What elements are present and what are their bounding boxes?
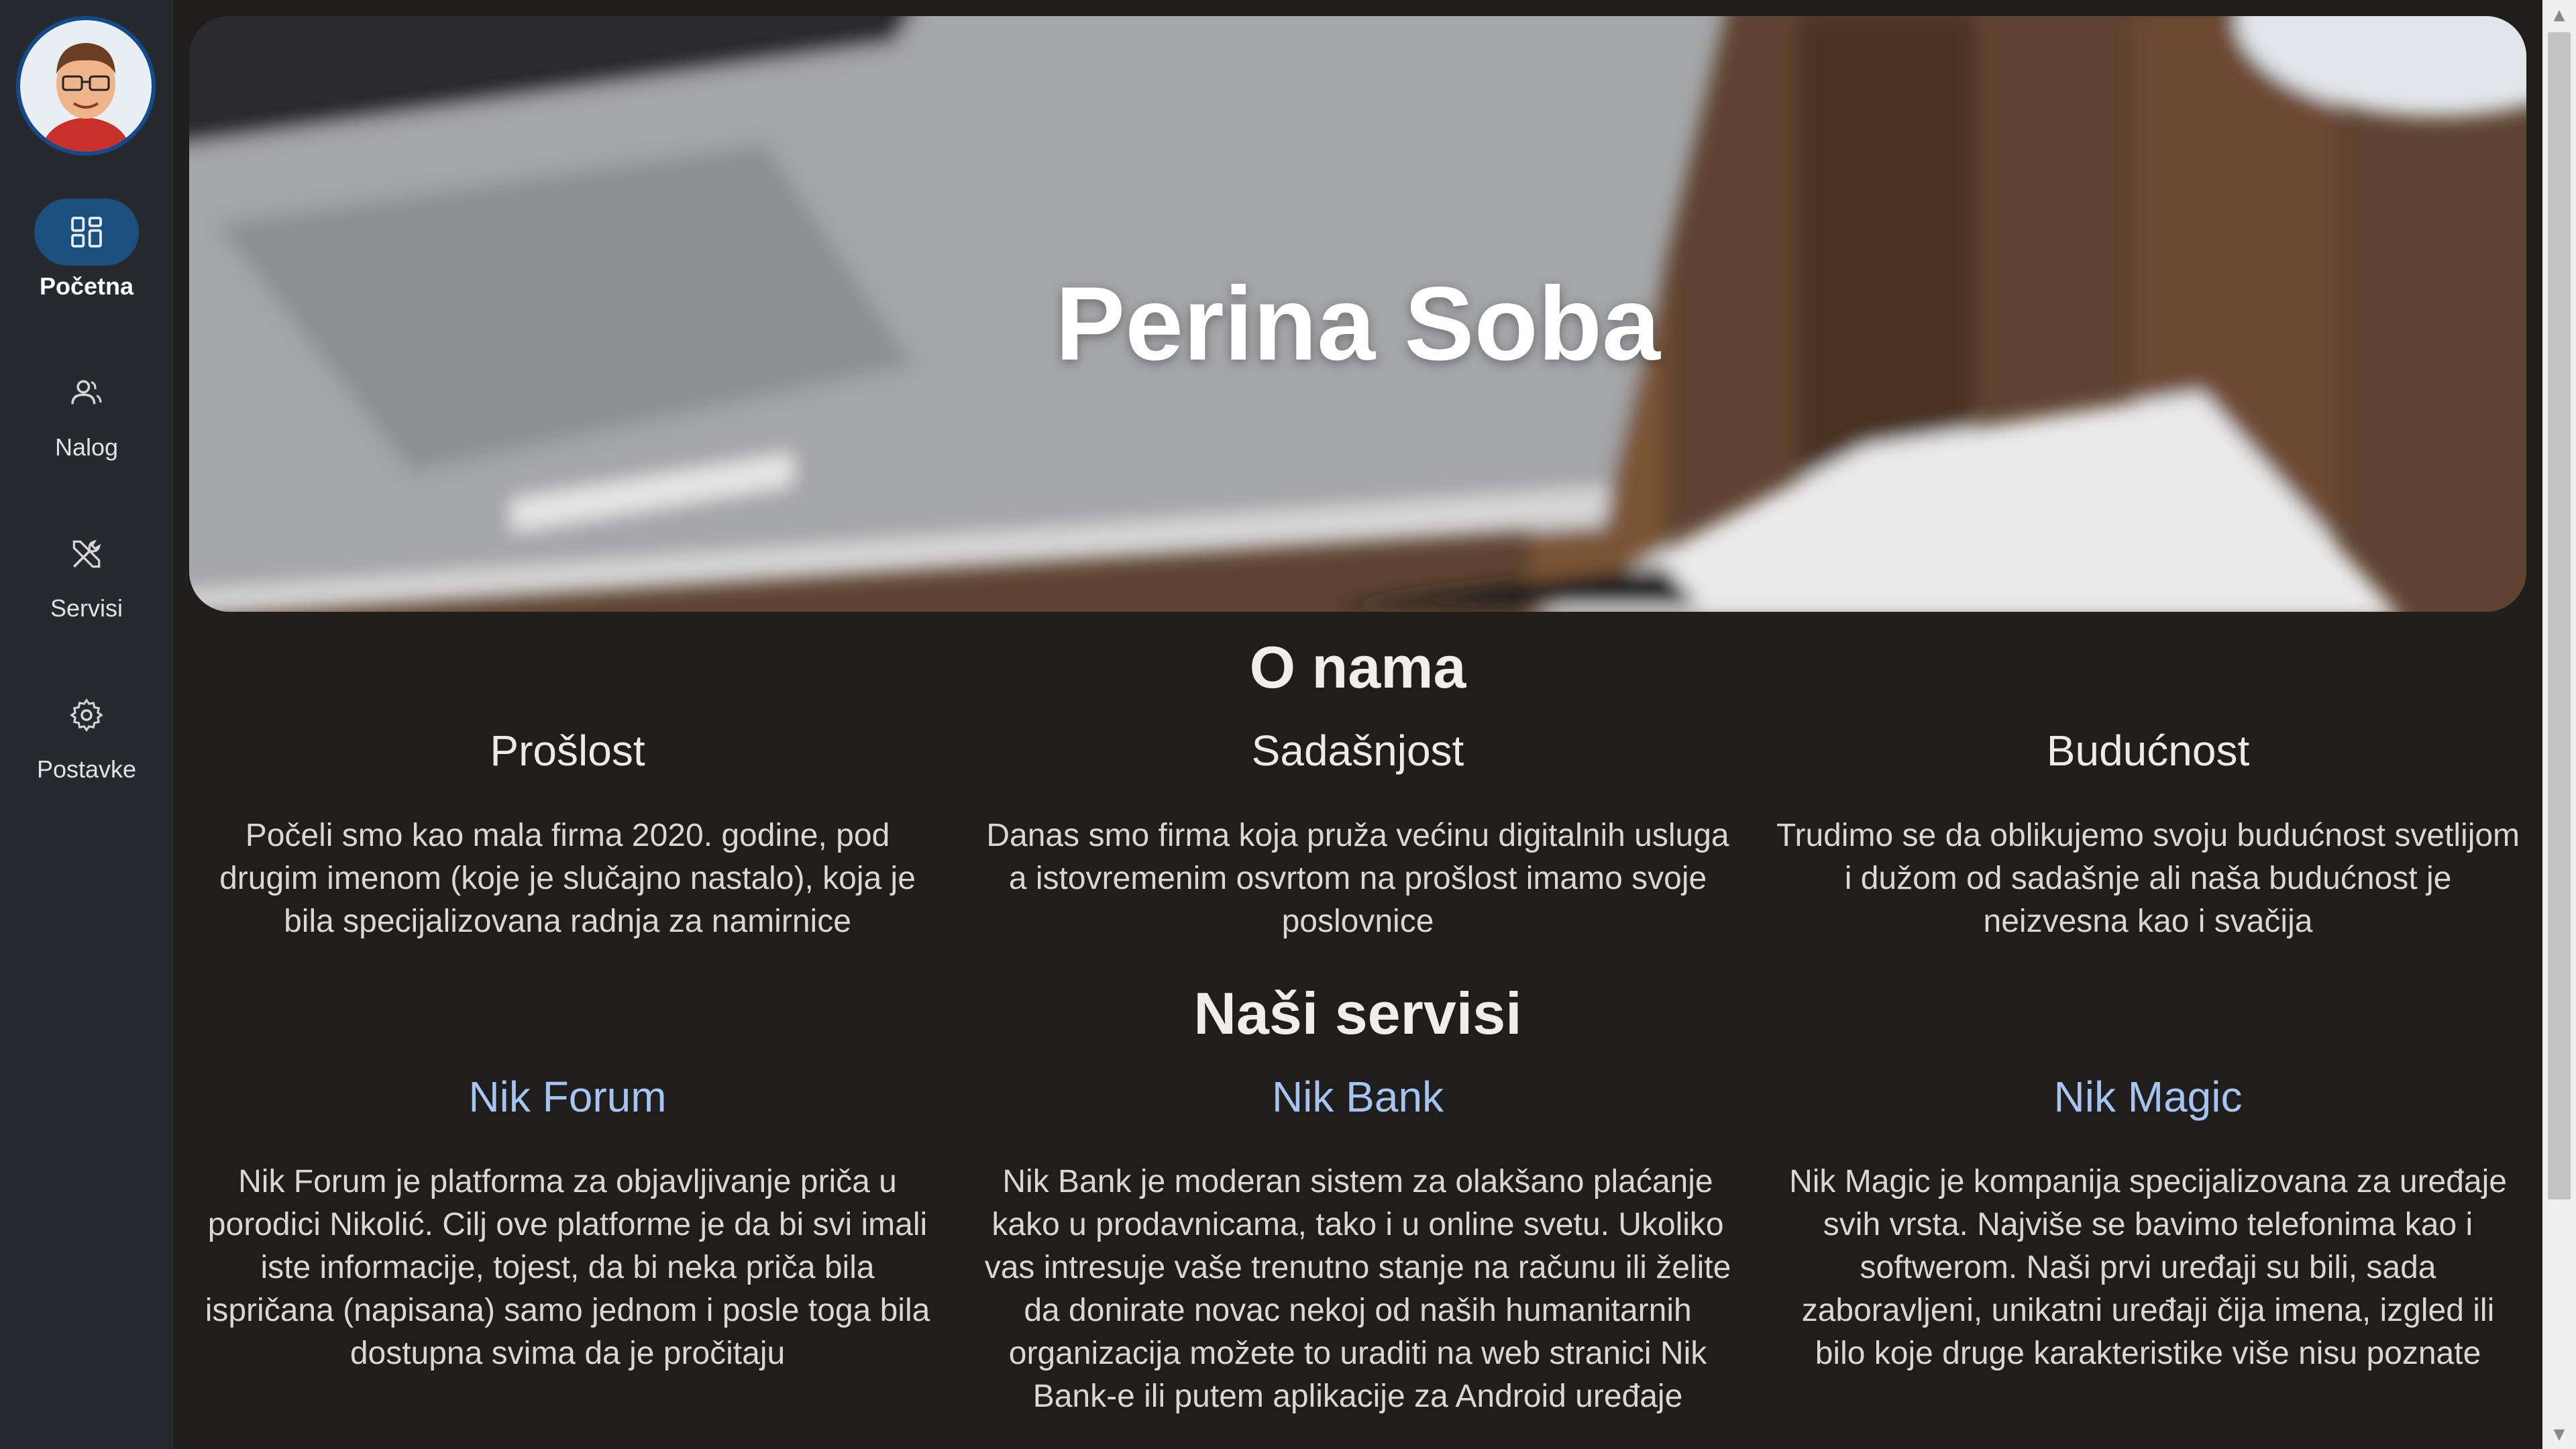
- about-text: Trudimo se da oblikujemo svoju budućnost…: [1776, 818, 2520, 939]
- scroll-down-arrow-icon[interactable]: ▼: [2542, 1419, 2576, 1449]
- about-heading: Sadašnjost: [1251, 727, 1464, 775]
- nav-icon-background: [34, 360, 139, 427]
- about-text: Počeli smo kao mala firma 2020. godine, …: [219, 818, 916, 939]
- service-link-nik-bank[interactable]: Nik Bank: [982, 1072, 1733, 1122]
- sidebar-item-postavke[interactable]: Postavke: [0, 682, 173, 809]
- about-column-past: Prošlost Počeli smo kao mala firma 2020.…: [192, 726, 943, 943]
- app-root: Početna Nalog Servisi Postavke Perina So…: [0, 0, 2576, 1449]
- scrollbar-thumb[interactable]: [2548, 32, 2571, 1199]
- page-title: Perina Soba: [1055, 266, 1660, 382]
- service-column-nik-forum: Nik Forum Nik Forum je platforma za obja…: [192, 1072, 943, 1375]
- service-column-nik-magic: Nik Magic Nik Magic je kompanija specija…: [1772, 1072, 2524, 1375]
- about-heading: Prošlost: [490, 727, 645, 775]
- sidebar-item-label: Servisi: [50, 594, 123, 622]
- nav-icon-background: [34, 682, 139, 749]
- nav-icon-background: [34, 199, 139, 266]
- sidebar-item-pocetna[interactable]: Početna: [0, 199, 173, 326]
- about-heading: Budućnost: [2046, 727, 2250, 775]
- nav-icon-background: [34, 521, 139, 588]
- service-column-nik-bank: Nik Bank Nik Bank je moderan sistem za o…: [982, 1072, 1733, 1418]
- service-text: Nik Bank je moderan sistem za olakšano p…: [984, 1164, 1731, 1414]
- hero-banner: Perina Soba: [189, 16, 2526, 612]
- service-link-nik-forum[interactable]: Nik Forum: [192, 1072, 943, 1122]
- vertical-scrollbar[interactable]: ▲ ▼: [2542, 0, 2576, 1449]
- avatar[interactable]: [16, 16, 156, 156]
- service-text: Nik Magic je kompanija specijalizovana z…: [1789, 1164, 2507, 1371]
- sidebar-item-servisi[interactable]: Servisi: [0, 521, 173, 648]
- scroll-up-arrow-icon[interactable]: ▲: [2542, 0, 2576, 30]
- sidebar-item-label: Početna: [39, 272, 134, 300]
- avatar-image: [20, 20, 152, 152]
- about-column-future: Budućnost Trudimo se da oblikujemo svoju…: [1772, 726, 2524, 943]
- gear-icon: [70, 698, 103, 732]
- dashboard-icon: [71, 217, 102, 248]
- tools-icon: [72, 539, 101, 568]
- sidebar-item-label: Nalog: [54, 433, 119, 461]
- sidebar: Početna Nalog Servisi Postavke: [0, 0, 173, 1449]
- sidebar-item-label: Postavke: [36, 755, 137, 783]
- about-section-title: O nama: [1249, 634, 1466, 700]
- about-column-present: Sadašnjost Danas smo firma koja pruža ve…: [982, 726, 1733, 943]
- user-icon: [71, 380, 102, 405]
- service-text: Nik Forum je platforma za objavljivanje …: [205, 1164, 930, 1371]
- about-text: Danas smo firma koja pruža većinu digita…: [986, 818, 1729, 939]
- services-section-title: Naši servisi: [1193, 980, 1522, 1046]
- service-link-nik-magic[interactable]: Nik Magic: [1772, 1072, 2524, 1122]
- sidebar-item-nalog[interactable]: Nalog: [0, 360, 173, 487]
